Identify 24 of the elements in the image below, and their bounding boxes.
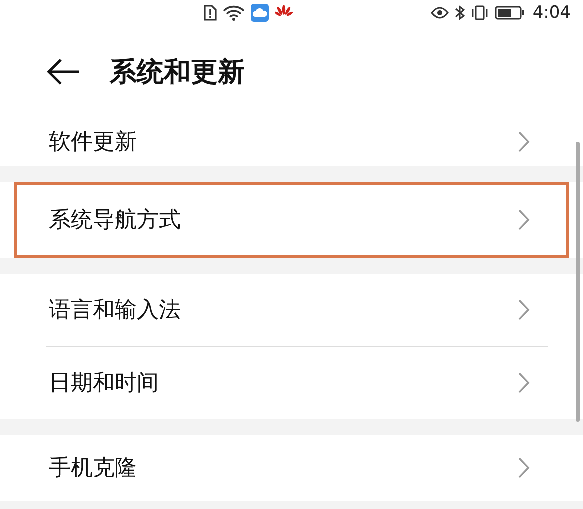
back-arrow-icon[interactable] [46, 58, 80, 86]
sim-alert-icon [203, 5, 217, 21]
item-label: 系统导航方式 [49, 207, 181, 235]
chevron-icon [518, 457, 530, 479]
scrollbar[interactable] [576, 142, 580, 422]
settings-item[interactable]: 语言和输入法 [14, 274, 569, 346]
vibrate-icon [470, 5, 489, 21]
chevron-icon [518, 209, 530, 231]
wifi-icon [223, 5, 245, 21]
settings-item[interactable]: 日期和时间 [14, 347, 569, 419]
item-label: 软件更新 [49, 129, 137, 157]
item-label: 手机克隆 [49, 455, 137, 483]
status-time: 4:04 [532, 3, 571, 23]
item-label: 日期和时间 [49, 370, 159, 398]
chevron-icon [518, 372, 530, 394]
item-label: 语言和输入法 [49, 297, 181, 325]
eye-icon [430, 7, 449, 19]
settings-item[interactable]: 系统导航方式 [14, 182, 569, 258]
chevron-icon [518, 131, 530, 153]
bluetooth-icon [454, 5, 465, 21]
chevron-icon [518, 299, 530, 321]
cloud-app-icon [251, 4, 269, 22]
page-title: 系统和更新 [110, 56, 245, 90]
battery-icon [494, 6, 525, 20]
